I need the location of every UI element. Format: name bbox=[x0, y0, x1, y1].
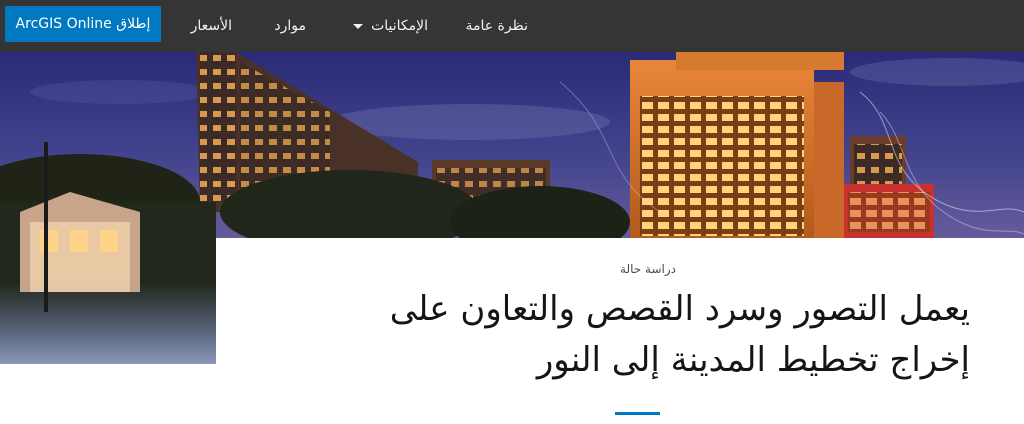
nav-item-capabilities[interactable]: الإمكانيات bbox=[353, 0, 428, 52]
top-navigation-bar: إطلاق ArcGIS Online نظرة عامة الإمكانيات… bbox=[0, 0, 1024, 52]
launch-arcgis-online-button[interactable]: إطلاق ArcGIS Online bbox=[5, 6, 161, 42]
case-study-card: دراسة حالة يعمل التصور وسرد القصص والتعا… bbox=[216, 238, 1024, 424]
case-study-label: دراسة حالة bbox=[620, 262, 676, 276]
nav-item-label: موارد bbox=[274, 18, 306, 34]
nav-item-label: الأسعار bbox=[190, 18, 232, 34]
nav-item-pricing[interactable]: الأسعار bbox=[191, 0, 232, 52]
chevron-down-icon bbox=[353, 23, 364, 29]
nav-item-overview[interactable]: نظرة عامة bbox=[465, 0, 528, 52]
nav-item-label: الإمكانيات bbox=[371, 18, 428, 34]
page-title: يعمل التصور وسرد القصص والتعاون على إخرا… bbox=[270, 284, 970, 386]
accent-divider bbox=[615, 412, 660, 415]
page-title-line-1: يعمل التصور وسرد القصص والتعاون على bbox=[389, 289, 970, 329]
nav-item-resources[interactable]: موارد bbox=[274, 0, 306, 52]
page-title-line-2: إخراج تخطيط المدينة إلى النور bbox=[536, 340, 970, 380]
nav-item-label: نظرة عامة bbox=[465, 18, 528, 34]
